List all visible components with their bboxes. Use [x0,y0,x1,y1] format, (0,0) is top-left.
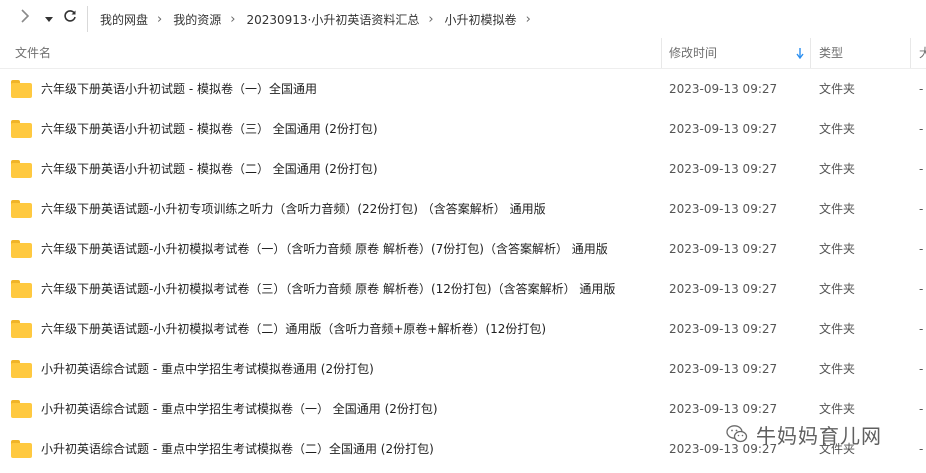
column-size[interactable]: 大 [919,38,926,68]
breadcrumb-item[interactable]: 小升初模拟卷 [445,11,517,28]
file-size: - [919,402,924,416]
folder-icon [11,160,32,178]
folder-icon [11,440,32,458]
file-size: - [919,122,924,136]
column-modified[interactable]: 修改时间 [669,38,717,68]
history-dropdown-icon[interactable] [42,9,56,29]
column-divider[interactable] [661,38,662,68]
nav-divider [87,6,88,32]
file-date: 2023-09-13 09:27 [669,202,778,216]
file-row[interactable]: 六年级下册英语试题-小升初模拟考试卷（二）通用版（含听力音频+原卷+解析卷）(1… [0,309,926,349]
file-type: 文件夹 [819,122,856,136]
folder-icon [11,200,32,218]
folder-icon [11,320,32,338]
column-name[interactable]: 文件名 [15,38,51,68]
navigation-bar: 我的网盘 › 我的资源 › 20230913·小升初英语资料汇总 › 小升初模拟… [0,0,926,38]
chevron-right-icon[interactable]: › [157,12,162,27]
watermark: 牛妈妈育儿网 [726,421,882,448]
file-size: - [919,82,924,96]
file-type: 文件夹 [819,202,856,216]
file-row[interactable]: 六年级下册英语小升初试题 - 模拟卷（三） 全国通用 (2份打包) 2023-0… [0,109,926,149]
file-name: 小升初英语综合试题 - 重点中学招生考试模拟卷（一） 全国通用 (2份打包) [41,402,438,416]
file-date: 2023-09-13 09:27 [669,122,778,136]
chevron-right-icon[interactable]: › [526,12,531,27]
file-name: 小升初英语综合试题 - 重点中学招生考试模拟卷通用 (2份打包) [41,362,374,376]
breadcrumb: 我的网盘 › 我的资源 › 20230913·小升初英语资料汇总 › 小升初模拟… [100,0,542,38]
file-name: 六年级下册英语试题-小升初模拟考试卷（二）通用版（含听力音频+原卷+解析卷）(1… [41,322,547,336]
file-name: 六年级下册英语小升初试题 - 模拟卷（三） 全国通用 (2份打包) [41,122,378,136]
sort-descending-icon[interactable] [796,38,804,68]
chevron-right-icon[interactable]: › [230,12,235,27]
file-date: 2023-09-13 09:27 [669,82,778,96]
file-size: - [919,242,924,256]
file-date: 2023-09-13 09:27 [669,242,778,256]
file-type: 文件夹 [819,282,856,296]
wechat-icon [726,425,748,443]
file-row[interactable]: 六年级下册英语试题-小升初模拟考试卷（三）（含听力音频 原卷 解析卷）(12份打… [0,269,926,309]
folder-icon [11,360,32,378]
folder-icon [11,120,32,138]
folder-icon [11,400,32,418]
file-list: 六年级下册英语小升初试题 - 模拟卷（一）全国通用 2023-09-13 09:… [0,69,926,469]
file-name: 六年级下册英语试题-小升初模拟考试卷（三）（含听力音频 原卷 解析卷）(12份打… [41,282,616,296]
file-date: 2023-09-13 09:27 [669,322,778,336]
file-size: - [919,162,924,176]
file-size: - [919,442,924,456]
file-name: 六年级下册英语试题-小升初专项训练之听力（含听力音频）(22份打包) （含答案解… [41,202,546,216]
watermark-text: 牛妈妈育儿网 [756,423,882,448]
column-divider[interactable] [910,38,911,68]
file-row[interactable]: 小升初英语综合试题 - 重点中学招生考试模拟卷通用 (2份打包) 2023-09… [0,349,926,389]
file-type: 文件夹 [819,322,856,336]
file-size: - [919,202,924,216]
file-type: 文件夹 [819,162,856,176]
file-name: 六年级下册英语小升初试题 - 模拟卷（二） 全国通用 (2份打包) [41,162,378,176]
folder-icon [11,240,32,258]
file-type: 文件夹 [819,82,856,96]
chevron-right-icon[interactable]: › [428,12,433,27]
column-header: 文件名 修改时间 类型 大 [0,38,926,69]
file-row[interactable]: 六年级下册英语小升初试题 - 模拟卷（一）全国通用 2023-09-13 09:… [0,69,926,109]
folder-icon [11,280,32,298]
file-name: 小升初英语综合试题 - 重点中学招生考试模拟卷（二）全国通用 (2份打包) [41,442,434,456]
file-date: 2023-09-13 09:27 [669,282,778,296]
column-type[interactable]: 类型 [819,38,843,68]
file-name: 六年级下册英语小升初试题 - 模拟卷（一）全国通用 [41,82,317,96]
file-type: 文件夹 [819,242,856,256]
file-size: - [919,362,924,376]
folder-icon [11,80,32,98]
file-date: 2023-09-13 09:27 [669,162,778,176]
breadcrumb-item[interactable]: 我的资源 [173,11,221,28]
file-name: 六年级下册英语试题-小升初模拟考试卷（一）（含听力音频 原卷 解析卷）(7份打包… [41,242,608,256]
file-type: 文件夹 [819,362,856,376]
file-row[interactable]: 六年级下册英语试题-小升初专项训练之听力（含听力音频）(22份打包) （含答案解… [0,189,926,229]
column-divider[interactable] [810,38,811,68]
refresh-icon[interactable] [61,9,79,29]
file-size: - [919,322,924,336]
file-row[interactable]: 六年级下册英语试题-小升初模拟考试卷（一）（含听力音频 原卷 解析卷）(7份打包… [0,229,926,269]
breadcrumb-item[interactable]: 我的网盘 [100,11,148,28]
forward-icon[interactable] [16,9,34,29]
file-date: 2023-09-13 09:27 [669,362,778,376]
file-row[interactable]: 六年级下册英语小升初试题 - 模拟卷（二） 全国通用 (2份打包) 2023-0… [0,149,926,189]
breadcrumb-item[interactable]: 20230913·小升初英语资料汇总 [246,11,419,28]
file-size: - [919,282,924,296]
